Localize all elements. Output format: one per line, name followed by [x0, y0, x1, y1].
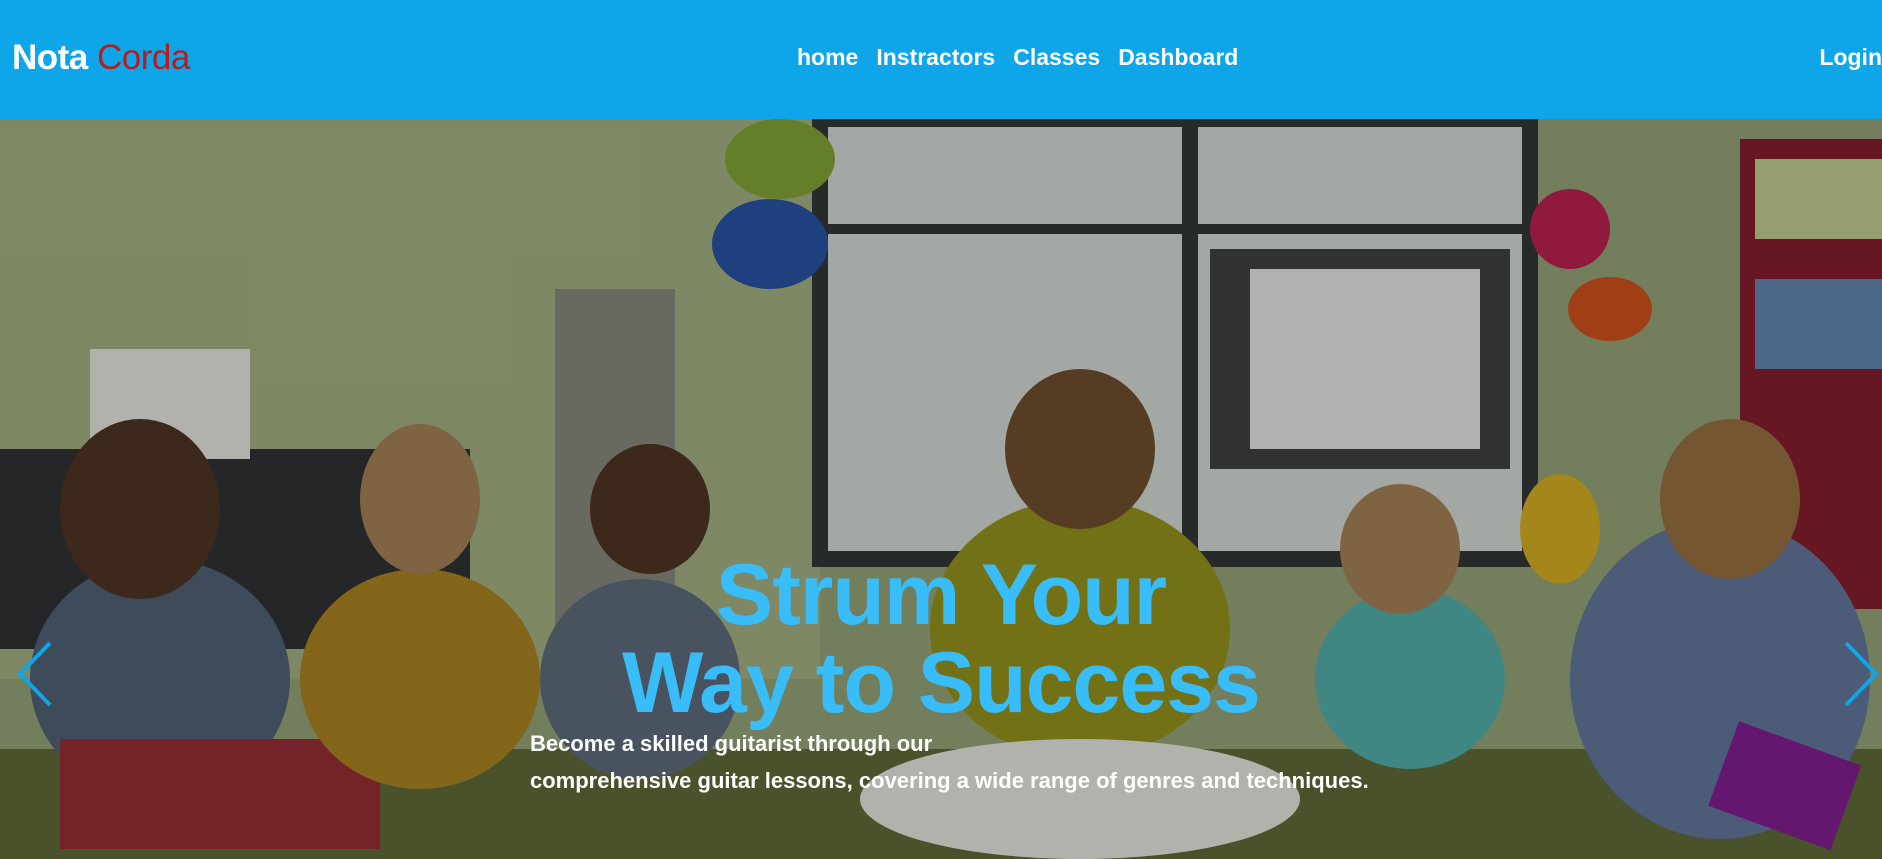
hero-carousel: Strum Your Way to Success Become a skill…: [0, 119, 1882, 859]
login-link[interactable]: Login: [1819, 44, 1882, 71]
chevron-left-icon: [17, 641, 52, 707]
nav-link-dashboard[interactable]: Dashboard: [1118, 44, 1238, 71]
hero-title: Strum Your Way to Success: [0, 551, 1882, 727]
chevron-right-icon: [1844, 641, 1879, 707]
navbar: Nota Corda home Instractors Classes Dash…: [0, 0, 1882, 119]
nav-link-instructors[interactable]: Instractors: [876, 44, 995, 71]
brand-logo[interactable]: Nota Corda: [12, 38, 190, 78]
hero-title-line1: Strum Your: [715, 547, 1167, 643]
carousel-next-button[interactable]: [1836, 639, 1882, 709]
carousel-prev-button[interactable]: [14, 639, 60, 709]
brand-name-part2: Corda: [97, 38, 190, 77]
nav-link-classes[interactable]: Classes: [1013, 44, 1100, 71]
hero-subtitle: Become a skilled guitarist through our c…: [530, 725, 1430, 799]
hero-title-line2: Way to Success: [622, 635, 1261, 731]
hero-subtitle-line1: Become a skilled guitarist through our: [530, 731, 933, 756]
nav-link-home[interactable]: home: [797, 44, 858, 71]
brand-name-part1: Nota: [12, 38, 88, 77]
hero-subtitle-line2: comprehensive guitar lessons, covering a…: [530, 768, 1369, 793]
main-nav: home Instractors Classes Dashboard: [797, 44, 1238, 71]
